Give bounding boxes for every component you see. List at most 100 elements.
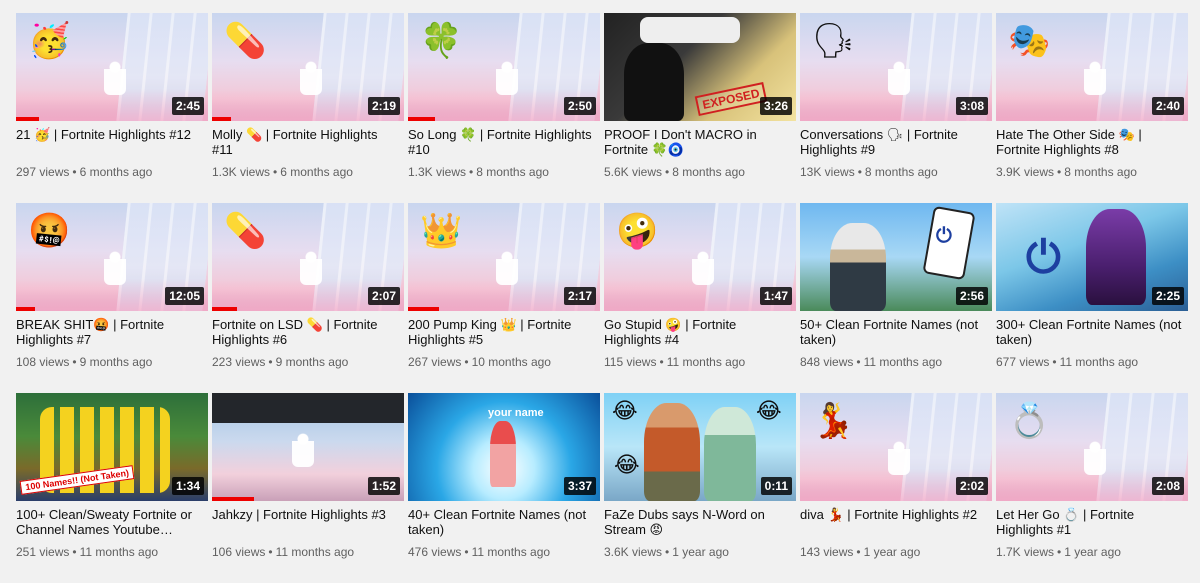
video-card[interactable]: 🗣 3:08 Conversations 🗣 | Fortnite Highli…	[800, 13, 992, 203]
view-count: 143 views	[800, 545, 854, 559]
video-thumbnail[interactable]: 😂 😂 😂 0:11	[604, 393, 796, 501]
video-thumbnail[interactable]: 💃 2:02	[800, 393, 992, 501]
watch-progress-bar	[408, 117, 435, 121]
top-bar	[212, 393, 404, 423]
video-meta: 108 views • 9 months ago	[16, 355, 153, 369]
video-title[interactable]: Hate The Other Side 🎭 | Fortnite Highlig…	[996, 127, 1188, 157]
video-title[interactable]: 100+ Clean/Sweaty Fortnite or Channel Na…	[16, 507, 208, 537]
video-card[interactable]: 100 Names!! (Not Taken) 1:34 100+ Clean/…	[16, 393, 208, 583]
video-card[interactable]: 🥳 2:45 21 🥳 | Fortnite Highlights #12 29…	[16, 13, 208, 203]
video-card[interactable]: 🎭 2:40 Hate The Other Side 🎭 | Fortnite …	[996, 13, 1188, 203]
video-thumbnail[interactable]: 👑 2:17	[408, 203, 600, 311]
video-card[interactable]: EXPOSED 3:26 PROOF I Don't MACRO in Fort…	[604, 13, 796, 203]
video-thumbnail[interactable]: 💍 2:08	[996, 393, 1188, 501]
skin-character	[490, 421, 516, 487]
view-count: 1.3K views	[212, 165, 271, 179]
video-thumbnail[interactable]: 🗣 3:08	[800, 13, 992, 121]
video-card[interactable]: ⏻ 2:56 50+ Clean Fortnite Names (not tak…	[800, 203, 992, 393]
player-figure	[888, 441, 910, 475]
video-meta: 1.3K views • 8 months ago	[408, 165, 549, 179]
upload-age: 11 months ago	[275, 545, 355, 559]
view-count: 5.6K views	[604, 165, 663, 179]
video-card[interactable]: 🤬 12:05 BREAK SHIT🤬 | Fortnite Highlight…	[16, 203, 208, 393]
video-title[interactable]: So Long 🍀 | Fortnite Highlights #10	[408, 127, 600, 157]
video-card[interactable]: 💍 2:08 Let Her Go 💍 | Fortnite Highlight…	[996, 393, 1188, 583]
video-title[interactable]: Go Stupid 🤪 | Fortnite Highlights #4	[604, 317, 796, 347]
video-title[interactable]: Let Her Go 💍 | Fortnite Highlights #1	[996, 507, 1188, 537]
view-count: 1.3K views	[408, 165, 467, 179]
video-card[interactable]: 💊 2:19 Molly 💊 | Fortnite Highlights #11…	[212, 13, 404, 203]
duration-badge: 2:08	[1151, 477, 1184, 495]
skin-character	[830, 223, 886, 311]
player-figure	[104, 61, 126, 95]
upload-age: 11 months ago	[79, 545, 159, 559]
video-title[interactable]: Jahkzy | Fortnite Highlights #3	[212, 507, 404, 537]
video-thumbnail[interactable]: 💊 2:19	[212, 13, 404, 121]
view-count: 3.9K views	[996, 165, 1055, 179]
duration-badge: 2:07	[367, 287, 400, 305]
video-title[interactable]: Molly 💊 | Fortnite Highlights #11	[212, 127, 404, 157]
duration-badge: 3:37	[563, 477, 596, 495]
video-card[interactable]: 👑 2:17 200 Pump King 👑 | Fortnite Highli…	[408, 203, 600, 393]
thumbnail-emoji: 💃	[812, 401, 855, 441]
video-title[interactable]: Fortnite on LSD 💊 | Fortnite Highlights …	[212, 317, 404, 347]
video-title[interactable]: 40+ Clean Fortnite Names (not taken)	[408, 507, 600, 537]
video-thumbnail[interactable]: 🍀 2:50	[408, 13, 600, 121]
video-meta: 251 views • 11 months ago	[16, 545, 159, 559]
thumbnail-emoji: 🤪	[616, 211, 659, 251]
video-thumbnail[interactable]: 🎭 2:40	[996, 13, 1188, 121]
thumbnail-emoji: 🗣	[812, 21, 856, 61]
watch-progress-bar	[16, 117, 40, 121]
controller-shape	[640, 17, 740, 43]
video-thumbnail[interactable]: 1:52	[212, 393, 404, 501]
video-card[interactable]: 💊 2:07 Fortnite on LSD 💊 | Fortnite High…	[212, 203, 404, 393]
video-thumbnail[interactable]: ⏻ 2:56	[800, 203, 992, 311]
video-meta: 848 views • 11 months ago	[800, 355, 943, 369]
video-title[interactable]: BREAK SHIT🤬 | Fortnite Highlights #7	[16, 317, 208, 347]
duration-badge: 2:50	[563, 97, 596, 115]
video-card[interactable]: 💃 2:02 diva 💃 | Fortnite Highlights #2 1…	[800, 393, 992, 583]
video-title[interactable]: 50+ Clean Fortnite Names (not taken)	[800, 317, 992, 347]
player-figure	[888, 61, 910, 95]
duration-badge: 2:40	[1151, 97, 1184, 115]
video-card[interactable]: your name 3:37 40+ Clean Fortnite Names …	[408, 393, 600, 583]
video-title[interactable]: FaZe Dubs says N-Word on Stream 😡	[604, 507, 796, 537]
video-card[interactable]: 🤪 1:47 Go Stupid 🤪 | Fortnite Highlights…	[604, 203, 796, 393]
exposed-stamp: EXPOSED	[694, 81, 768, 117]
player-figure	[292, 433, 314, 467]
video-meta: 13K views • 8 months ago	[800, 165, 938, 179]
video-thumbnail[interactable]: ⏻ 2:25	[996, 203, 1188, 311]
video-thumbnail[interactable]: your name 3:37	[408, 393, 600, 501]
video-thumbnail[interactable]: EXPOSED 3:26	[604, 13, 796, 121]
video-meta: 1.3K views • 6 months ago	[212, 165, 353, 179]
video-card[interactable]: ⏻ 2:25 300+ Clean Fortnite Names (not ta…	[996, 203, 1188, 393]
video-title[interactable]: 21 🥳 | Fortnite Highlights #12	[16, 127, 208, 157]
player-figure	[300, 61, 322, 95]
video-thumbnail[interactable]: 100 Names!! (Not Taken) 1:34	[16, 393, 208, 501]
thumbnail-emoji: 🥳	[28, 21, 71, 61]
video-meta: 297 views • 6 months ago	[16, 165, 153, 179]
video-meta: 476 views • 11 months ago	[408, 545, 551, 559]
duration-badge: 0:11	[760, 477, 792, 495]
video-thumbnail[interactable]: 🤪 1:47	[604, 203, 796, 311]
video-title[interactable]: diva 💃 | Fortnite Highlights #2	[800, 507, 992, 537]
video-title[interactable]: Conversations 🗣 | Fortnite Highlights #9	[800, 127, 992, 157]
video-title[interactable]: PROOF I Don't MACRO in Fortnite 🍀🧿	[604, 127, 796, 157]
video-title[interactable]: 200 Pump King 👑 | Fortnite Highlights #5	[408, 317, 600, 347]
video-grid: 🥳 2:45 21 🥳 | Fortnite Highlights #12 29…	[16, 13, 1188, 583]
video-meta: 677 views • 11 months ago	[996, 355, 1139, 369]
thumbnail-emoji: 🎭	[1008, 21, 1051, 61]
duration-badge: 3:08	[955, 97, 988, 115]
video-title[interactable]: 300+ Clean Fortnite Names (not taken)	[996, 317, 1188, 347]
watch-progress-bar	[212, 117, 232, 121]
video-card[interactable]: 😂 😂 😂 0:11 FaZe Dubs says N-Word on Stre…	[604, 393, 796, 583]
thumbnail-emoji: 🍀	[420, 21, 463, 61]
video-card[interactable]: 1:52 Jahkzy | Fortnite Highlights #3 106…	[212, 393, 404, 583]
video-card[interactable]: 🍀 2:50 So Long 🍀 | Fortnite Highlights #…	[408, 13, 600, 203]
duration-badge: 2:56	[955, 287, 988, 305]
video-thumbnail[interactable]: 💊 2:07	[212, 203, 404, 311]
video-thumbnail[interactable]: 🥳 2:45	[16, 13, 208, 121]
video-thumbnail[interactable]: 🤬 12:05	[16, 203, 208, 311]
player-figure	[1084, 441, 1106, 475]
video-meta: 143 views • 1 year ago	[800, 545, 921, 559]
